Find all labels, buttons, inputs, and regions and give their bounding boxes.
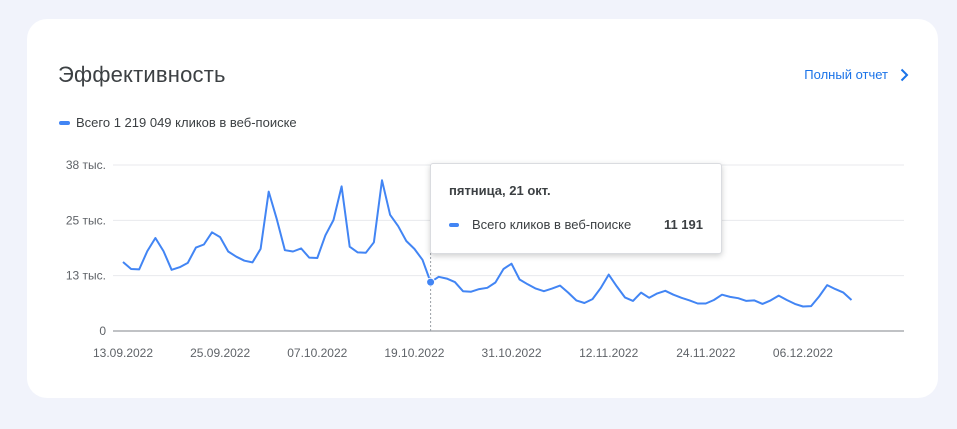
x-tick-label: 24.11.2022 — [676, 346, 735, 360]
x-tick-label: 07.10.2022 — [287, 346, 347, 360]
y-tick-label: 0 — [99, 324, 106, 338]
tooltip-series-swatch — [449, 222, 459, 227]
x-tick-label: 13.09.2022 — [93, 346, 153, 360]
tooltip-value: 11 191 — [663, 217, 703, 232]
x-tick-label: 06.12.2022 — [773, 346, 833, 360]
hover-data-point — [426, 277, 436, 287]
chart-tooltip: пятница, 21 окт. Всего кликов в веб-поис… — [430, 163, 722, 254]
x-tick-label: 25.09.2022 — [190, 346, 250, 360]
x-tick-label: 19.10.2022 — [384, 346, 444, 360]
y-tick-label: 13 тыс. — [66, 269, 106, 283]
y-tick-label: 38 тыс. — [66, 158, 106, 172]
tooltip-date: пятница, 21 окт. — [449, 183, 551, 198]
tooltip-series-label: Всего кликов в веб-поиске — [472, 217, 632, 232]
x-tick-label: 31.10.2022 — [482, 346, 542, 360]
tooltip-row: Всего кликов в веб-поиске 11 191 — [449, 217, 703, 232]
x-tick-label: 12.11.2022 — [579, 346, 638, 360]
y-tick-label: 25 тыс. — [66, 213, 106, 227]
